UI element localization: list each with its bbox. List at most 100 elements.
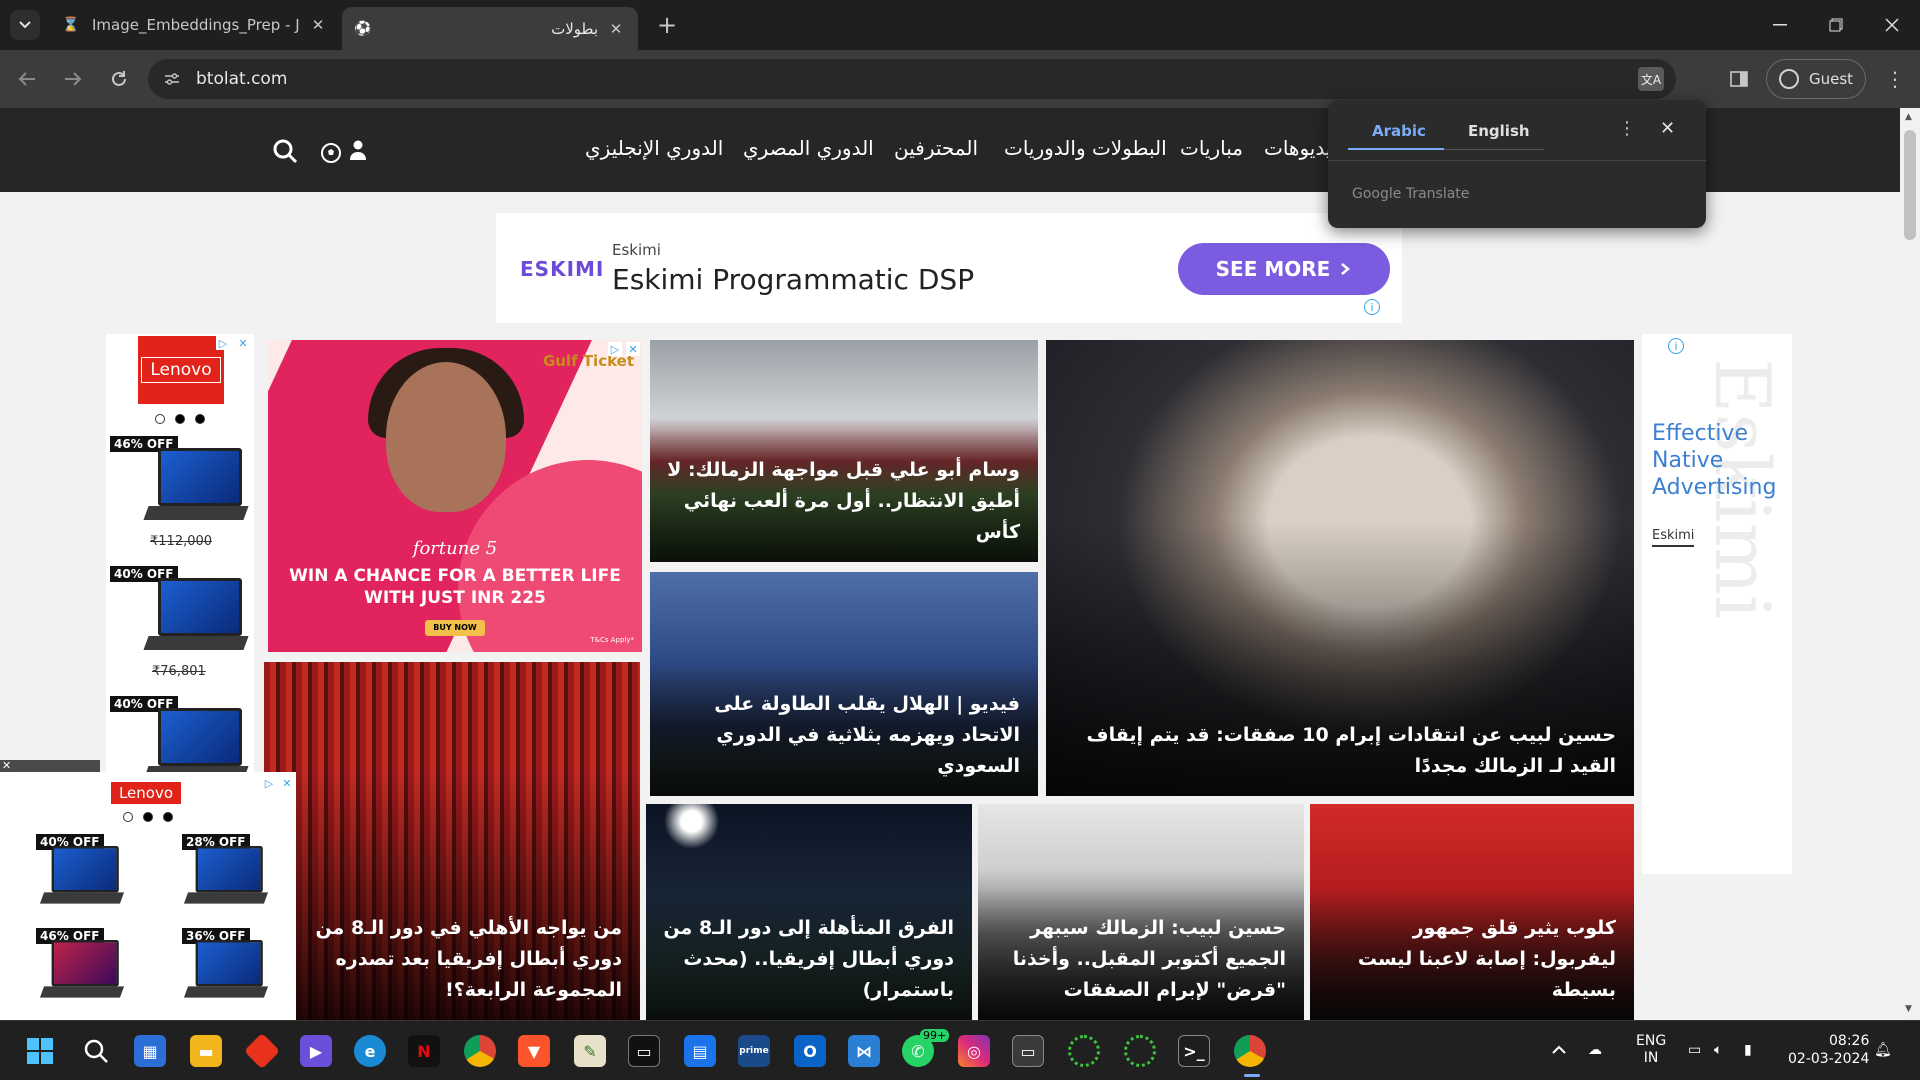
side-panel-button[interactable]: [1724, 64, 1754, 94]
ad-title: Effective Native Advertising: [1652, 421, 1777, 500]
onedrive-icon[interactable]: ☁: [1588, 1020, 1602, 1080]
time: 08:26: [1829, 1033, 1870, 1049]
close-ad-icon[interactable]: ✕: [626, 342, 640, 356]
profile-icon: [1779, 69, 1799, 89]
more-options-icon[interactable]: ⋮: [1618, 118, 1636, 139]
tab-target-language[interactable]: English: [1468, 122, 1530, 140]
close-icon[interactable]: ✕: [2, 760, 14, 772]
volume-muted-icon[interactable]: 🔈︎: [1714, 1020, 1722, 1080]
right-sidebar-ad[interactable]: Eskimi i Effective Native Advertising Es…: [1642, 334, 1792, 874]
terminal-icon[interactable]: ▭: [628, 1035, 660, 1067]
input-language[interactable]: ENG IN: [1636, 1020, 1666, 1080]
chrome-icon[interactable]: [464, 1035, 496, 1067]
search-icon[interactable]: [80, 1035, 112, 1067]
scrollbar-thumb[interactable]: [1904, 130, 1916, 240]
tab-jupyter[interactable]: ⌛ Image_Embeddings_Prep - Jupyter ✕: [50, 7, 340, 43]
translate-icon[interactable]: 文A: [1638, 67, 1664, 91]
close-tab-icon[interactable]: ✕: [606, 20, 626, 38]
carousel-dots[interactable]: [106, 414, 254, 424]
tab-strip: ⌛ Image_Embeddings_Prep - Jupyter ✕ ⚽ بط…: [0, 0, 1920, 50]
address-bar[interactable]: btolat.com 文A: [148, 59, 1676, 99]
user-icon[interactable]: [350, 140, 366, 164]
outlook-icon[interactable]: O: [794, 1035, 826, 1067]
close-tab-icon[interactable]: ✕: [308, 16, 328, 34]
prime-video-icon[interactable]: prime: [738, 1035, 770, 1067]
news-card[interactable]: من يواجه الأهلي في دور الـ8 من دوري أبطا…: [264, 662, 640, 1020]
restore-button[interactable]: [1808, 0, 1864, 50]
brave-icon[interactable]: ▼: [518, 1035, 550, 1067]
adchoices-icon[interactable]: ▷: [608, 342, 622, 356]
netflix-icon[interactable]: N: [408, 1035, 440, 1067]
news-card[interactable]: حسين لبيب: الزمالك سيبهر الجميع أكتوبر ا…: [978, 804, 1304, 1020]
football-icon: ⚽: [354, 20, 372, 37]
progress-app-icon[interactable]: [1068, 1035, 1100, 1067]
news-card[interactable]: فيديو | الهلال يقلب الطاولة على الاتحاد …: [650, 572, 1038, 796]
adchoices-icon[interactable]: ▷: [262, 776, 276, 790]
close-icon[interactable]: ✕: [1660, 118, 1675, 139]
news-headline: كلوب يثير قلق جمهور ليفربول: إصابة لاعبن…: [1357, 917, 1616, 1001]
sticky-ad[interactable]: Lenovo ▷ ✕ 40% OFF 28% OFF 46% OFF 36% O…: [0, 772, 296, 1020]
notepad-icon[interactable]: ✎: [574, 1035, 606, 1067]
command-prompt-icon[interactable]: >_: [1178, 1035, 1210, 1067]
tab-source-language[interactable]: Arabic: [1372, 122, 1426, 140]
microsoft-store-icon[interactable]: ▦: [134, 1035, 166, 1067]
edge-icon[interactable]: e: [354, 1035, 386, 1067]
ad-info-icon[interactable]: i: [1668, 338, 1684, 354]
back-button[interactable]: [12, 64, 42, 94]
progress-app-icon[interactable]: [1124, 1035, 1156, 1067]
tab-btolat[interactable]: ⚽ بطولات ✕: [342, 7, 638, 50]
network-icon[interactable]: ▭: [1688, 1020, 1701, 1080]
battery-icon[interactable]: ▮: [1744, 1020, 1752, 1080]
new-tab-button[interactable]: +: [652, 10, 682, 40]
adchoices-icon[interactable]: ▷: [216, 336, 230, 350]
news-card[interactable]: كلوب يثير قلق جمهور ليفربول: إصابة لاعبن…: [1310, 804, 1634, 1020]
nav-premier-league[interactable]: الدوري الإنجليزي: [585, 136, 723, 160]
forward-button[interactable]: [58, 64, 88, 94]
file-explorer-icon[interactable]: ▬: [190, 1035, 222, 1067]
media-player-icon[interactable]: ▶: [300, 1035, 332, 1067]
close-window-button[interactable]: [1864, 0, 1920, 50]
clock[interactable]: 08:26 02-03-2024: [1788, 1020, 1869, 1080]
banner-ad[interactable]: ESKIMI Eskimi Eskimi Programmatic DSP SE…: [496, 213, 1402, 323]
site-info-icon[interactable]: [160, 67, 184, 91]
football-icon[interactable]: [320, 142, 342, 168]
instagram-icon[interactable]: ◎: [958, 1035, 990, 1067]
carousel-dots[interactable]: [0, 812, 296, 822]
tab-search-button[interactable]: [10, 10, 40, 40]
nav-professionals[interactable]: المحترفين: [894, 136, 978, 160]
reload-button[interactable]: [104, 64, 134, 94]
chrome-active-icon[interactable]: [1234, 1035, 1266, 1067]
virtual-machine-icon[interactable]: ▭: [1012, 1035, 1044, 1067]
scroll-up-icon[interactable]: ▲: [1905, 112, 1912, 122]
news-card-featured[interactable]: حسين لبيب عن انتقادات إبرام 10 صفقات: قد…: [1046, 340, 1634, 796]
news-card[interactable]: الفرق المتأهلة إلى دور الـ8 من دوري أبطا…: [646, 804, 972, 1020]
see-more-button[interactable]: SEE MORE: [1178, 243, 1390, 295]
windows-start-icon[interactable]: [24, 1035, 56, 1067]
ad-info-icon[interactable]: i: [1364, 299, 1380, 315]
profile-button[interactable]: Guest: [1766, 59, 1866, 99]
search-icon[interactable]: [272, 138, 298, 168]
nav-championships[interactable]: البطولات والدوريات: [1004, 136, 1167, 160]
scroll-down-icon[interactable]: ▼: [1905, 1004, 1912, 1014]
close-ad-icon[interactable]: ✕: [280, 776, 294, 790]
nav-matches[interactable]: مباريات: [1180, 136, 1243, 160]
nav-egyptian-league[interactable]: الدوري المصري: [743, 136, 874, 160]
page-scrollbar[interactable]: ▲ ▼: [1900, 108, 1920, 1020]
show-hidden-icons[interactable]: [1552, 1020, 1566, 1080]
buy-now-button[interactable]: BUY NOW: [425, 620, 485, 636]
lenovo-logo: Lenovo: [109, 781, 183, 805]
price: ₹112,000: [150, 534, 213, 549]
reload-icon: [112, 71, 126, 86]
date: 02-03-2024: [1788, 1051, 1870, 1067]
notification-bell-icon[interactable]: 🔔︎: [1874, 1020, 1892, 1080]
news-card[interactable]: وسام أبو علي قبل مواجهة الزمالك: لا أطيق…: [650, 340, 1038, 562]
vscode-icon[interactable]: ⋈: [848, 1035, 880, 1067]
promo-ad[interactable]: Gulf Ticket fortune 5 WIN A CHANCE FOR A…: [268, 340, 642, 652]
minimize-button[interactable]: [1752, 0, 1808, 50]
red-diamond-app-icon[interactable]: [243, 1032, 281, 1070]
terms-text: T&Cs Apply*: [590, 636, 634, 644]
calendar-app-icon[interactable]: ▤: [684, 1035, 716, 1067]
chrome-menu-button[interactable]: ⋮: [1880, 64, 1910, 94]
close-ad-icon[interactable]: ✕: [236, 336, 250, 350]
provider-label: Google Translate: [1352, 186, 1470, 202]
